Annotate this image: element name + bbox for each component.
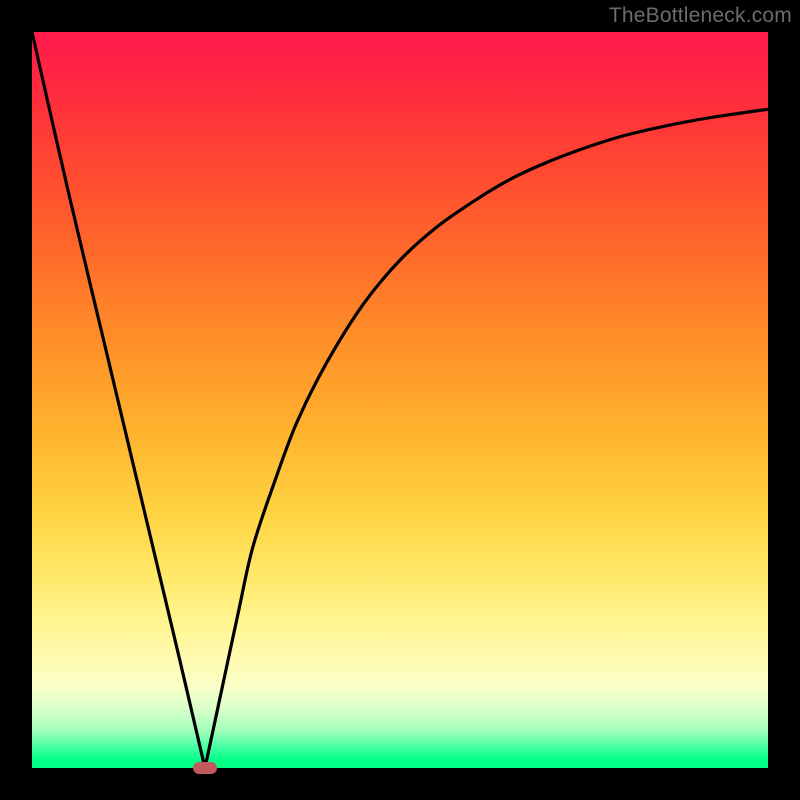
plot-area xyxy=(32,32,768,768)
watermark-text: TheBottleneck.com xyxy=(609,4,792,28)
bottleneck-curve xyxy=(32,32,768,768)
optimal-point-marker xyxy=(193,762,217,774)
chart-frame: TheBottleneck.com xyxy=(0,0,800,800)
